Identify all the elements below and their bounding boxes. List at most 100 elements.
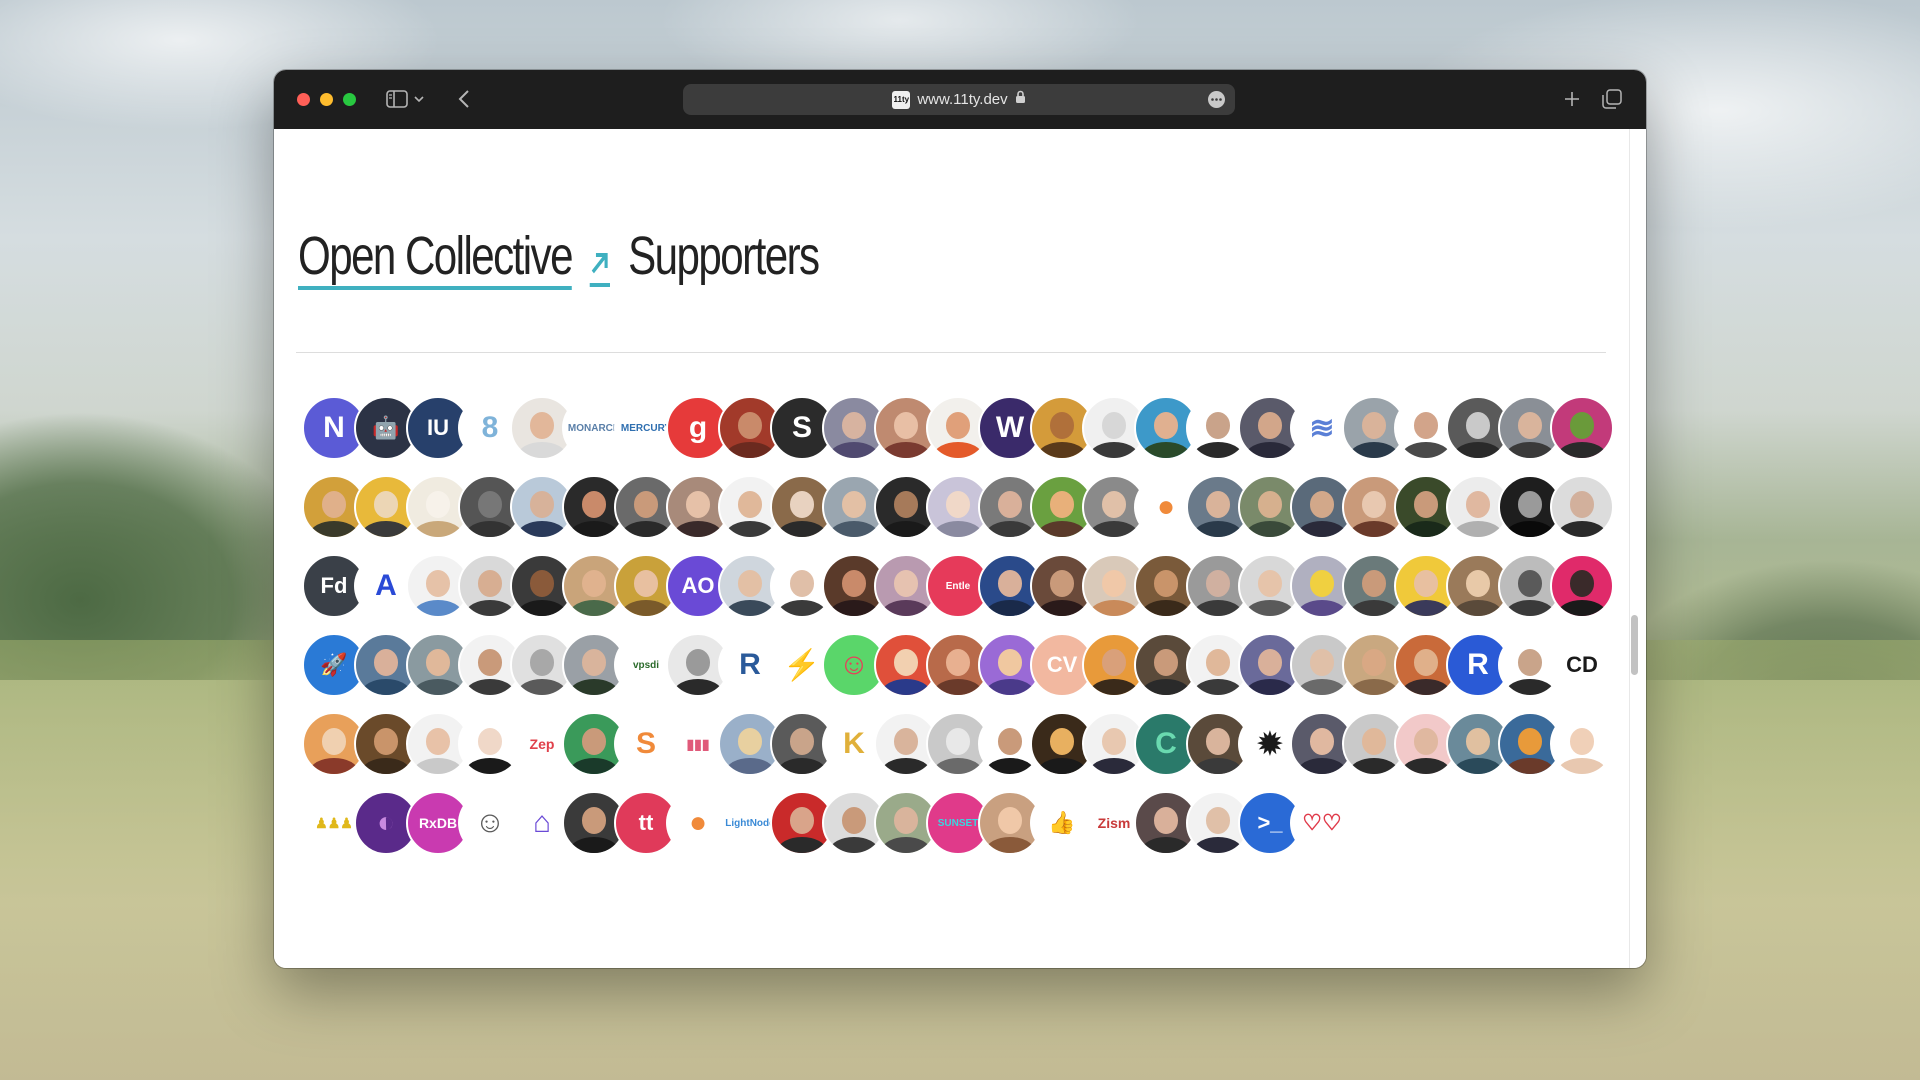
supporter-avatar-link[interactable] (1498, 712, 1562, 791)
supporter-avatar-link[interactable]: 🤖 (354, 396, 418, 475)
supporter-avatar-link[interactable]: ⚡ (770, 633, 834, 712)
supporter-avatar-link[interactable] (978, 712, 1042, 791)
supporter-avatar-link[interactable] (1082, 712, 1146, 791)
supporter-avatar-link[interactable] (614, 475, 678, 554)
supporter-avatar-link[interactable] (1134, 791, 1198, 870)
supporter-avatar-link[interactable]: ♟♟♟ (302, 791, 366, 870)
supporter-avatar-link[interactable] (1082, 554, 1146, 633)
supporter-avatar-link[interactable] (1290, 554, 1354, 633)
supporter-avatar-link[interactable] (770, 712, 834, 791)
supporter-avatar-link[interactable]: R (718, 633, 782, 712)
supporter-avatar-link[interactable] (770, 554, 834, 633)
supporter-avatar-link[interactable]: S (770, 396, 834, 475)
supporter-avatar-link[interactable]: K (822, 712, 886, 791)
supporter-avatar-link[interactable]: C (1134, 712, 1198, 791)
supporter-avatar-link[interactable] (1238, 633, 1302, 712)
supporter-avatar-link[interactable] (1342, 554, 1406, 633)
supporter-avatar-link[interactable] (978, 791, 1042, 870)
supporter-avatar-link[interactable] (874, 396, 938, 475)
supporter-avatar-link[interactable] (1186, 554, 1250, 633)
supporter-avatar-link[interactable] (874, 475, 938, 554)
supporter-avatar-link[interactable] (978, 554, 1042, 633)
supporter-avatar-link[interactable] (666, 475, 730, 554)
supporter-avatar-link[interactable] (718, 554, 782, 633)
supporter-avatar-link[interactable] (406, 475, 470, 554)
supporter-avatar-link[interactable] (406, 712, 470, 791)
supporter-avatar-link[interactable] (1290, 633, 1354, 712)
supporter-avatar-link[interactable] (1446, 475, 1510, 554)
supporter-avatar-link[interactable] (1082, 475, 1146, 554)
supporter-avatar-link[interactable] (1238, 475, 1302, 554)
supporter-avatar-link[interactable]: A (354, 554, 418, 633)
supporter-avatar-link[interactable] (1134, 633, 1198, 712)
supporter-avatar-link[interactable] (562, 475, 626, 554)
supporter-avatar-link[interactable]: Zep (510, 712, 574, 791)
supporter-avatar-link[interactable] (926, 475, 990, 554)
sidebar-icon[interactable] (386, 89, 408, 109)
supporter-avatar-link[interactable]: ✹ (1238, 712, 1302, 791)
supporter-avatar-link[interactable] (354, 633, 418, 712)
supporter-avatar-link[interactable] (1446, 396, 1510, 475)
supporter-avatar-link[interactable] (822, 396, 886, 475)
supporter-avatar-link[interactable] (718, 396, 782, 475)
supporter-avatar-link[interactable] (1290, 475, 1354, 554)
supporter-avatar-link[interactable]: 🚀 (302, 633, 366, 712)
supporter-avatar-link[interactable]: LightNode (718, 791, 782, 870)
supporter-avatar-link[interactable] (1030, 712, 1094, 791)
back-arrow-icon[interactable] (454, 87, 474, 111)
supporter-avatar-link[interactable] (926, 396, 990, 475)
supporter-avatar-link[interactable] (1394, 396, 1458, 475)
supporter-avatar-link[interactable]: AO (666, 554, 730, 633)
plus-icon[interactable] (1560, 87, 1584, 111)
tab-overview-icon[interactable] (1600, 87, 1624, 111)
supporter-avatar-link[interactable] (1342, 712, 1406, 791)
supporter-avatar-link[interactable]: ◐ (354, 791, 418, 870)
supporter-avatar-link[interactable]: W (978, 396, 1042, 475)
scrollbar-thumb[interactable] (1631, 615, 1638, 675)
supporter-avatar-link[interactable]: N (302, 396, 366, 475)
supporter-avatar-link[interactable] (1186, 396, 1250, 475)
supporter-avatar-link[interactable] (1134, 396, 1198, 475)
supporter-avatar-link[interactable] (458, 554, 522, 633)
supporter-avatar-link[interactable]: g (666, 396, 730, 475)
address-bar[interactable]: 11ty www.11ty.dev (683, 84, 1235, 115)
supporter-avatar-link[interactable] (562, 633, 626, 712)
supporter-avatar-link[interactable]: RxDB (406, 791, 470, 870)
supporter-avatar-link[interactable] (1186, 712, 1250, 791)
supporter-avatar-link[interactable] (978, 475, 1042, 554)
supporter-avatar-link[interactable]: MERCURY (614, 396, 678, 475)
supporter-avatar-link[interactable] (1498, 396, 1562, 475)
open-collective-link[interactable]: Open Collective (298, 226, 573, 290)
supporter-avatar-link[interactable] (510, 633, 574, 712)
supporter-avatar-link[interactable] (1550, 396, 1614, 475)
supporter-avatar-link[interactable]: >_ (1238, 791, 1302, 870)
supporter-avatar-link[interactable] (354, 475, 418, 554)
supporter-avatar-link[interactable]: ● (666, 791, 730, 870)
supporter-avatar-link[interactable] (354, 712, 418, 791)
supporter-avatar-link[interactable]: tt (614, 791, 678, 870)
zoom-window-button[interactable] (343, 93, 356, 106)
supporter-avatar-link[interactable] (1498, 475, 1562, 554)
supporter-avatar-link[interactable]: ▮▮▮ (666, 712, 730, 791)
supporter-avatar-link[interactable] (822, 475, 886, 554)
supporter-avatar-link[interactable] (458, 633, 522, 712)
ellipsis-icon[interactable] (1208, 91, 1225, 108)
supporter-avatar-link[interactable] (562, 554, 626, 633)
supporter-avatar-link[interactable] (458, 475, 522, 554)
supporter-avatar-link[interactable] (770, 791, 834, 870)
supporter-avatar-link[interactable] (1394, 712, 1458, 791)
supporter-avatar-link[interactable] (1446, 554, 1510, 633)
supporter-avatar-link[interactable] (1030, 475, 1094, 554)
supporter-avatar-link[interactable] (1342, 633, 1406, 712)
supporter-avatar-link[interactable]: S (614, 712, 678, 791)
supporter-avatar-link[interactable]: SUNSET (926, 791, 990, 870)
supporter-avatar-link[interactable] (1550, 712, 1614, 791)
supporter-avatar-link[interactable] (510, 475, 574, 554)
supporter-avatar-link[interactable] (1186, 633, 1250, 712)
supporter-avatar-link[interactable] (1342, 396, 1406, 475)
supporter-avatar-link[interactable]: vpsdi (614, 633, 678, 712)
supporter-avatar-link[interactable] (1394, 475, 1458, 554)
supporter-avatar-link[interactable]: ☺ (458, 791, 522, 870)
supporter-avatar-link[interactable] (874, 554, 938, 633)
supporter-avatar-link[interactable] (1498, 633, 1562, 712)
